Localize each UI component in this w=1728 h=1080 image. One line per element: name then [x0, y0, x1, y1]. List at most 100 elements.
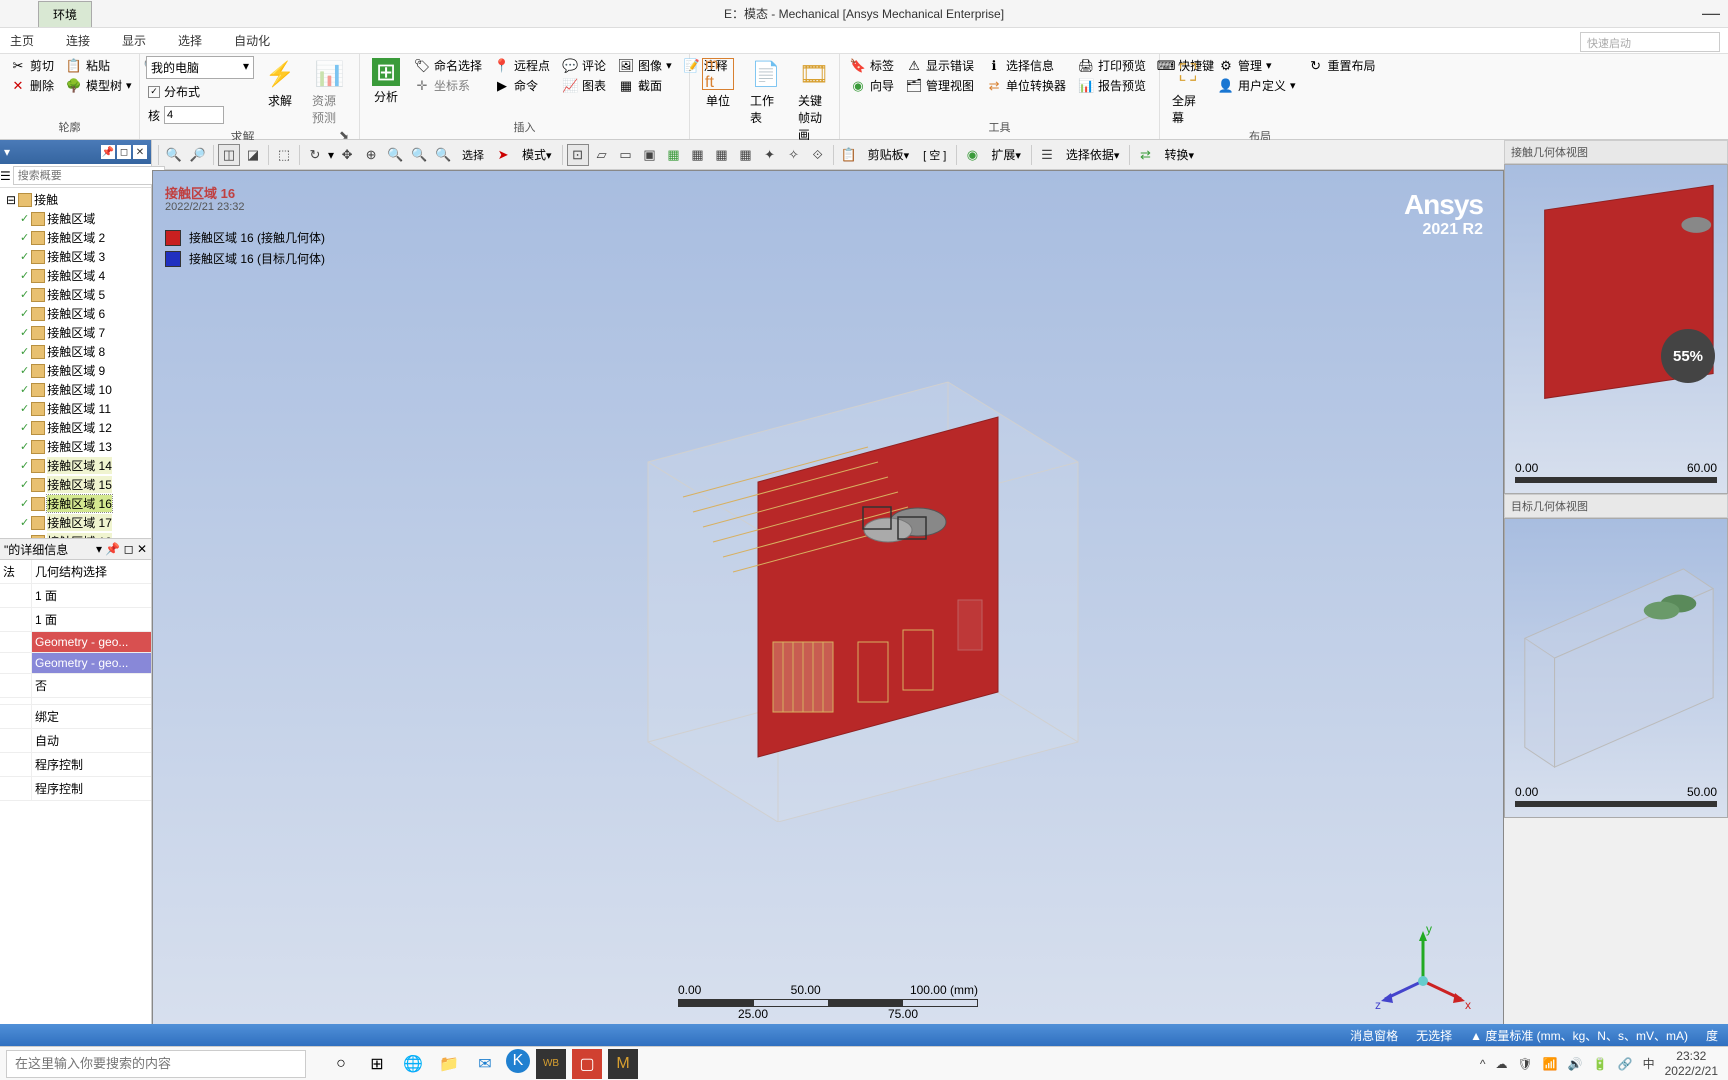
tray-cloud-icon[interactable]: ☁: [1496, 1057, 1508, 1071]
command-button[interactable]: ▶命令: [490, 76, 554, 95]
quick-launch-input[interactable]: 快速启动: [1580, 32, 1720, 52]
window-icon[interactable]: ◻: [117, 145, 131, 159]
paste-button[interactable]: 📋粘贴: [62, 56, 136, 75]
coord-button[interactable]: ✛坐标系: [410, 76, 486, 95]
unit-button[interactable]: m ft单位: [696, 56, 740, 111]
zoom-fit-icon[interactable]: ⊕: [360, 144, 382, 166]
pan-icon[interactable]: ✥: [336, 144, 358, 166]
tag-button[interactable]: 🔖标签: [846, 56, 898, 75]
analysis-button[interactable]: ⊞分析: [366, 56, 406, 107]
tree-item[interactable]: ✓接触区域 11: [2, 399, 149, 418]
contact-body-view[interactable]: 55% 0.0060.00: [1504, 164, 1728, 494]
details-grid[interactable]: 法几何结构选择1 面1 面Geometry - geo...Geometry -…: [0, 560, 151, 801]
selinfo-button[interactable]: ℹ选择信息: [982, 56, 1070, 75]
convert-icon[interactable]: ⇄: [1134, 144, 1156, 166]
cursor-icon[interactable]: ➤: [492, 144, 514, 166]
tree-item[interactable]: ✓接触区域 12: [2, 418, 149, 437]
explorer-icon[interactable]: 📁: [434, 1049, 464, 1079]
tree-item[interactable]: ✓接触区域 14: [2, 456, 149, 475]
tray-clock[interactable]: 23:322022/2/21: [1665, 1049, 1718, 1078]
app-red-icon[interactable]: ▢: [572, 1049, 602, 1079]
sel-vertex-icon[interactable]: ⊡: [567, 144, 589, 166]
app-wb-icon[interactable]: WB: [536, 1049, 566, 1079]
zoom-in-icon[interactable]: 🔍: [163, 144, 185, 166]
detail-row[interactable]: Geometry - geo...: [0, 632, 151, 653]
resource-preview-button[interactable]: 📊资源预测: [306, 56, 353, 128]
tray-ime[interactable]: 中: [1643, 1055, 1655, 1072]
detail-row[interactable]: [0, 698, 151, 705]
view-mgr-button[interactable]: 🗂管理视图: [902, 76, 978, 95]
image-button[interactable]: 🖼图像▾: [614, 56, 676, 75]
cut-button[interactable]: ✂剪切: [6, 56, 58, 75]
tree-item[interactable]: ✓接触区域 16: [2, 494, 149, 513]
remote-pt-button[interactable]: 📍远程点: [490, 56, 554, 75]
wizard-button[interactable]: ◉向导: [846, 76, 898, 95]
solve-button[interactable]: ⚡求解: [258, 56, 302, 111]
zoom-plus-icon[interactable]: 🔍: [384, 144, 406, 166]
context-tab[interactable]: 环境: [38, 1, 92, 27]
mail-icon[interactable]: ✉: [470, 1049, 500, 1079]
named-sel-button[interactable]: 🏷命名选择: [410, 56, 486, 75]
message-pane-label[interactable]: 消息窗格: [1350, 1027, 1398, 1044]
clipboard-icon[interactable]: 📋: [838, 144, 860, 166]
keyframe-button[interactable]: 🎞关键帧动画: [792, 56, 836, 145]
manage-button[interactable]: ⚙管理▾: [1214, 56, 1300, 75]
fullscreen-button[interactable]: ⛶全屏幕: [1166, 56, 1210, 128]
convert-label[interactable]: 转换▾: [1158, 146, 1200, 163]
tray-security-icon[interactable]: 🛡: [1518, 1057, 1533, 1071]
reset-layout-button[interactable]: ↻重置布局: [1304, 56, 1380, 75]
zoom-minus-icon[interactable]: 🔍: [408, 144, 430, 166]
rotate-icon[interactable]: ↻: [304, 144, 326, 166]
tray-wifi-icon[interactable]: 📶: [1543, 1057, 1558, 1071]
app-k-icon[interactable]: K: [506, 1049, 530, 1073]
tree-item[interactable]: ✓接触区域 9: [2, 361, 149, 380]
tree-item[interactable]: ✓接触区域 5: [2, 285, 149, 304]
sel-body-icon[interactable]: ▣: [639, 144, 661, 166]
zoom-box-icon[interactable]: 🔍: [432, 144, 454, 166]
tree-item[interactable]: ✓接触区域: [2, 209, 149, 228]
taskview-icon[interactable]: ⊞: [362, 1049, 392, 1079]
tree-item[interactable]: ✓接触区域 17: [2, 513, 149, 532]
menu-select[interactable]: 选择: [162, 28, 218, 53]
report-button[interactable]: 📊报告预览: [1074, 76, 1150, 95]
tree-item[interactable]: ✓接触区域 4: [2, 266, 149, 285]
cores-input[interactable]: [164, 106, 224, 124]
windows-search-input[interactable]: [6, 1050, 306, 1078]
sel-d-icon[interactable]: ✧: [783, 144, 805, 166]
edge-icon[interactable]: 🌐: [398, 1049, 428, 1079]
delete-button[interactable]: ✕删除: [6, 76, 58, 95]
tree-item[interactable]: ✓接触区域 15: [2, 475, 149, 494]
tree-item[interactable]: ✓接触区域 6: [2, 304, 149, 323]
iso-icon[interactable]: ⬚: [273, 144, 295, 166]
sel-elem-icon[interactable]: ▦: [687, 144, 709, 166]
tree-item[interactable]: ✓接触区域 7: [2, 323, 149, 342]
detail-row[interactable]: 法几何结构选择: [0, 560, 151, 584]
menu-auto[interactable]: 自动化: [218, 28, 286, 53]
outline-search-input[interactable]: [13, 166, 165, 185]
extend-label[interactable]: 扩展▾: [985, 146, 1027, 163]
extend-icon[interactable]: ◉: [961, 144, 983, 166]
tree-item[interactable]: ✓接触区域 10: [2, 380, 149, 399]
detail-row[interactable]: 1 面: [0, 584, 151, 608]
main-viewport[interactable]: 接触区域 16 2022/2/21 23:32 接触区域 16 (接触几何体) …: [152, 170, 1504, 1042]
selectby-icon[interactable]: ☰: [1036, 144, 1058, 166]
tray-chevron-icon[interactable]: ^: [1480, 1057, 1486, 1071]
sel-b-icon[interactable]: ▦: [735, 144, 757, 166]
tree-button[interactable]: 🌳模型树▾: [62, 76, 136, 95]
comment-button[interactable]: 💬评论: [558, 56, 610, 75]
sel-a-icon[interactable]: ▦: [711, 144, 733, 166]
menu-connect[interactable]: 连接: [50, 28, 106, 53]
detail-row[interactable]: 绑定: [0, 705, 151, 729]
errors-button[interactable]: ⚠显示错误: [902, 56, 978, 75]
menu-display[interactable]: 显示: [106, 28, 162, 53]
tree-item[interactable]: ✓接触区域 8: [2, 342, 149, 361]
detail-row[interactable]: 1 面: [0, 608, 151, 632]
cube-shaded-icon[interactable]: ◫: [218, 144, 240, 166]
tree-item[interactable]: ✓接触区域 13: [2, 437, 149, 456]
cube-wire-icon[interactable]: ◪: [242, 144, 264, 166]
minimize-button[interactable]: —: [1702, 3, 1720, 24]
worksheet-button[interactable]: 📄工作表: [744, 56, 788, 128]
detail-row[interactable]: Geometry - geo...: [0, 653, 151, 674]
computer-dropdown[interactable]: 我的电脑 ▾: [146, 56, 254, 79]
close-icon[interactable]: ✕: [133, 145, 147, 159]
